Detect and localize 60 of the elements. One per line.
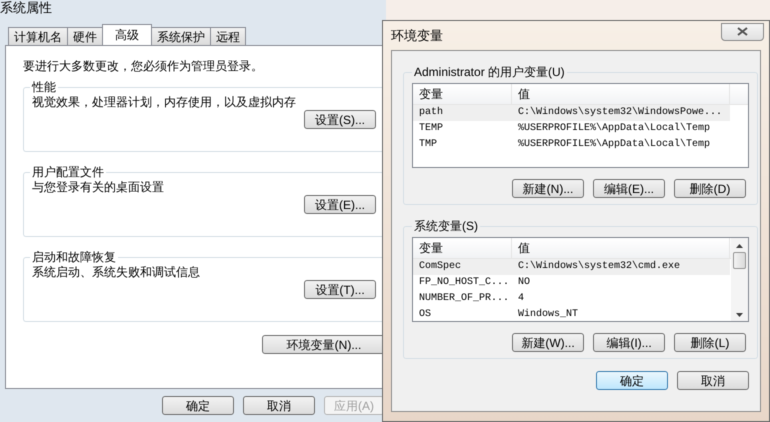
dialog-button[interactable]: 设置(E)... — [304, 195, 376, 214]
list-row[interactable]: path C:\Windows\system32\WindowsPowe... — [413, 105, 730, 121]
list-row[interactable]: ComSpec C:\Windows\system32\cmd.exe — [413, 259, 730, 275]
group-description: 与您登录有关的桌面设置 — [32, 179, 165, 195]
variable-value: Windows_NT — [517, 308, 580, 321]
tab[interactable]: 系统保护 — [151, 27, 211, 45]
variable-name: NUMBER_OF_PR... — [418, 292, 510, 306]
dialog-button[interactable]: 新建(W)... — [512, 333, 584, 352]
group-description: 视觉效果，处理器计划，内存使用，以及虚拟内存 — [32, 94, 297, 110]
dialog-button[interactable]: 删除(L) — [674, 333, 746, 352]
variable-name: TEMP — [418, 122, 444, 136]
tab[interactable]: 硬件 — [67, 27, 103, 45]
column-header[interactable]: 值 — [512, 84, 730, 104]
scroll-up-icon[interactable] — [736, 244, 743, 248]
dialog-button[interactable]: 确定 — [596, 371, 668, 390]
variable-value: 4 — [517, 292, 526, 306]
group-title: 系统变量(S) — [413, 219, 479, 233]
tab[interactable]: 远程 — [210, 27, 246, 45]
scroll-thumb[interactable] — [733, 252, 746, 269]
close-icon[interactable] — [737, 27, 748, 36]
variable-name: ComSpec — [418, 260, 462, 274]
dialog-button[interactable]: 编辑(E)... — [593, 179, 665, 198]
variable-value: NO — [517, 276, 532, 290]
dialog-button[interactable]: 取消 — [677, 371, 749, 390]
dialog-button[interactable]: 确定 — [162, 396, 234, 415]
list-row[interactable]: OS Windows_NT — [413, 307, 730, 321]
scrollbar[interactable] — [731, 238, 748, 321]
list-row[interactable]: TMP %USERPROFILE%\AppData\Local\Temp — [413, 137, 730, 153]
list-row[interactable]: NUMBER_OF_PR... 4 — [413, 291, 730, 307]
variable-name: FP_NO_HOST_C... — [418, 276, 510, 290]
dialog-button[interactable]: 编辑(I)... — [593, 333, 665, 352]
variable-name: TMP — [418, 138, 438, 152]
column-header[interactable]: 变量 — [413, 238, 512, 258]
group-title: 启动和故障恢复 — [31, 250, 117, 264]
column-header[interactable]: 变量 — [413, 84, 512, 104]
tab[interactable]: 高级 — [102, 24, 152, 45]
list-row[interactable]: FP_NO_HOST_C... NO — [413, 275, 730, 291]
admin-note: 要进行大多数更改，您必须作为管理员登录。 — [23, 58, 264, 74]
group-description: 系统启动、系统失败和调试信息 — [32, 264, 201, 280]
variable-value: %USERPROFILE%\AppData\Local\Temp — [517, 122, 712, 136]
variable-name: path — [418, 106, 444, 120]
variable-value: C:\Windows\system32\WindowsPowe... — [517, 106, 724, 120]
group-title: 性能 — [30, 80, 57, 94]
list-row[interactable]: TEMP %USERPROFILE%\AppData\Local\Temp — [413, 121, 730, 137]
dialog-button[interactable]: 新建(N)... — [512, 179, 584, 198]
group-title: 用户配置文件 — [31, 165, 105, 179]
dialog-button[interactable]: 删除(D) — [674, 179, 746, 198]
group-title: Administrator 的用户变量(U) — [413, 65, 566, 79]
close-button[interactable] — [721, 22, 764, 40]
variable-value: %USERPROFILE%\AppData\Local\Temp — [517, 138, 712, 152]
variable-name: OS — [418, 308, 432, 321]
dialog-button[interactable]: 取消 — [243, 396, 315, 415]
dialog-button[interactable]: 设置(T)... — [304, 280, 376, 299]
scroll-down-icon[interactable] — [736, 313, 743, 317]
window-title: 环境变量 — [391, 26, 443, 45]
variable-value: C:\Windows\system32\cmd.exe — [517, 260, 682, 274]
window-title: 系统属性 — [0, 0, 52, 16]
column-header[interactable]: 值 — [512, 238, 730, 258]
tab[interactable]: 计算机名 — [8, 27, 68, 45]
dialog-button[interactable]: 设置(S)... — [304, 110, 376, 129]
